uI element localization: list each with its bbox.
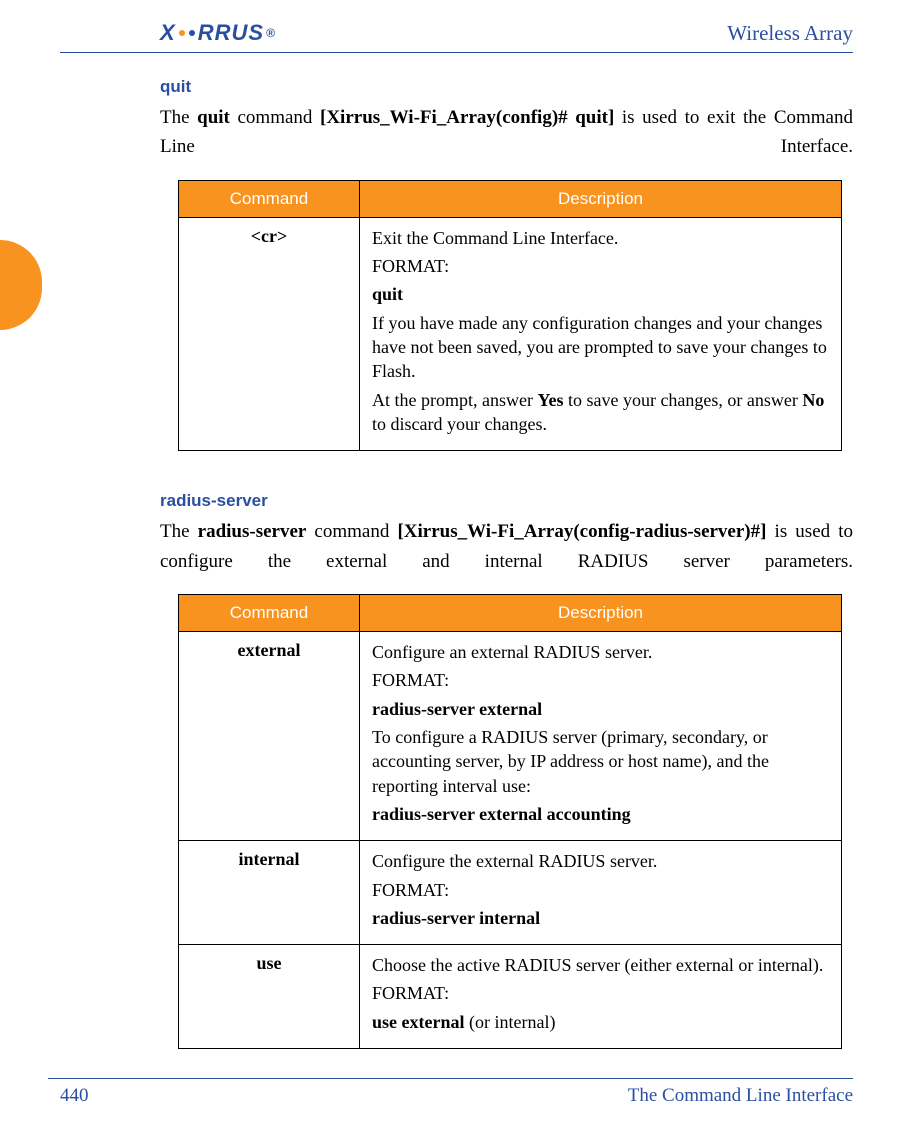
table-row: use Choose the active RADIUS server (eit…	[179, 945, 842, 1049]
table-row: external Configure an external RADIUS se…	[179, 632, 842, 841]
command-description-cell: Exit the Command Line Interface. FORMAT:…	[360, 217, 842, 450]
section-intro-radius-server: The radius-server command [Xirrus_Wi-Fi_…	[160, 517, 853, 576]
xirrus-logo: XRRUS®	[160, 20, 276, 46]
document-title: Wireless Array	[727, 21, 853, 46]
table-header-row: Command Description	[179, 180, 842, 217]
table-row: <cr> Exit the Command Line Interface. FO…	[179, 217, 842, 450]
section-heading-quit: quit	[160, 77, 853, 97]
command-description-cell: Configure an external RADIUS server. FOR…	[360, 632, 842, 841]
command-name-cell: use	[179, 945, 360, 1049]
table-row: internal Configure the external RADIUS s…	[179, 841, 842, 945]
command-description-cell: Configure the external RADIUS server. FO…	[360, 841, 842, 945]
radius-server-command-table: Command Description external Configure a…	[178, 594, 842, 1049]
command-name-cell: external	[179, 632, 360, 841]
table-header-row: Command Description	[179, 595, 842, 632]
column-header-command: Command	[179, 595, 360, 632]
quit-command-table: Command Description <cr> Exit the Comman…	[178, 180, 842, 451]
section-heading-radius-server: radius-server	[160, 491, 853, 511]
column-header-description: Description	[360, 595, 842, 632]
page-number: 440	[48, 1085, 89, 1107]
page-header: XRRUS® Wireless Array	[60, 20, 853, 53]
side-tab-decoration	[0, 240, 42, 330]
column-header-command: Command	[179, 180, 360, 217]
page-footer: 440 The Command Line Interface	[48, 1078, 853, 1107]
command-name-cell: internal	[179, 841, 360, 945]
command-name-cell: <cr>	[179, 217, 360, 450]
section-intro-quit: The quit command [Xirrus_Wi-Fi_Array(con…	[160, 103, 853, 162]
command-description-cell: Choose the active RADIUS server (either …	[360, 945, 842, 1049]
footer-section-title: The Command Line Interface	[628, 1085, 853, 1107]
column-header-description: Description	[360, 180, 842, 217]
